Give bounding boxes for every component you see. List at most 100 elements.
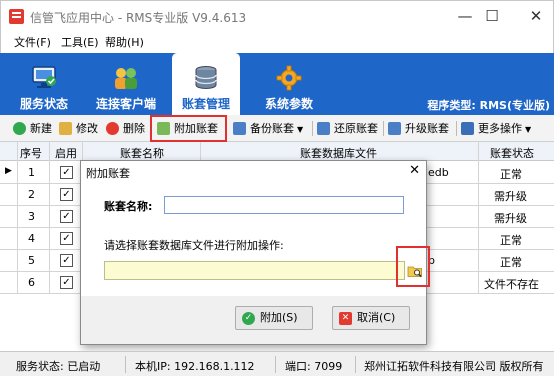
cancel-button[interactable]: ✕ 取消(C) — [332, 306, 410, 330]
enabled-checkbox[interactable]: ✓ — [60, 166, 73, 179]
col-header-status[interactable]: 账套状态 — [490, 145, 534, 161]
row-status: 文件不存在 — [484, 278, 539, 291]
row-status: 正常 — [500, 234, 522, 247]
attach-confirm-label: 附加(S) — [260, 311, 298, 324]
dropdown-arrow-icon: ▼ — [525, 125, 532, 134]
menu-bar: 文件(F) 工具(E) 帮助(H) — [0, 31, 554, 53]
restore-icon — [317, 122, 330, 135]
dialog-footer: ✓ 附加(S) ✕ 取消(C) — [81, 296, 426, 344]
cancel-label: 取消(C) — [357, 311, 396, 324]
toolbar-divider — [312, 121, 313, 136]
tab-service-status[interactable]: 服务状态 — [8, 53, 80, 115]
maximize-button[interactable]: ☐ — [474, 4, 510, 28]
delete-button[interactable]: 删除 — [104, 119, 145, 138]
attach-confirm-button[interactable]: ✓ 附加(S) — [235, 306, 313, 330]
delete-icon — [106, 122, 119, 135]
program-type: 程序类型: RMS(专业版) — [427, 99, 550, 112]
enabled-checkbox[interactable]: ✓ — [60, 232, 73, 245]
row-no: 2 — [28, 188, 35, 201]
service-status-text: 服务状态: 已启动 — [16, 360, 101, 373]
tab-clients[interactable]: 连接客户端 — [84, 53, 168, 115]
dialog-close-button[interactable]: ✕ — [409, 163, 420, 178]
row-no: 5 — [28, 254, 35, 267]
close-window-button[interactable]: ✕ — [518, 4, 554, 28]
menu-file[interactable]: 文件(F) — [14, 34, 51, 50]
enabled-checkbox[interactable]: ✓ — [60, 276, 73, 289]
dropdown-arrow-icon: ▼ — [297, 125, 304, 134]
row-status: 正常 — [500, 168, 522, 181]
more-actions-button[interactable]: 更多操作 ▼ — [459, 119, 531, 138]
grid-header: 序号 启用 账套名称 账套数据库文件 账套状态 — [0, 142, 554, 161]
edit-label: 修改 — [76, 122, 98, 135]
col-header-name[interactable]: 账套名称 — [120, 145, 164, 161]
attach-highlight — [150, 115, 227, 142]
nav-band: 服务状态 连接客户端 账套管理 系统参数 程序类型: RMS(专业版) — [0, 53, 554, 115]
backup-label: 备份账套 — [250, 122, 294, 135]
toolbar-divider — [383, 121, 384, 136]
app-logo-icon — [9, 9, 24, 24]
tab-system-params[interactable]: 系统参数 — [250, 53, 328, 115]
row-status: 需升级 — [494, 212, 527, 225]
status-divider — [355, 356, 356, 373]
tab-label: 服务状态 — [19, 97, 68, 111]
users-icon — [115, 68, 137, 89]
upgrade-account-button[interactable]: 升级账套 — [386, 119, 449, 138]
row-db-file: edb — [428, 166, 449, 179]
col-header-db-file[interactable]: 账套数据库文件 — [300, 145, 377, 161]
menu-tools[interactable]: 工具(E) — [61, 34, 99, 50]
account-name-input[interactable] — [164, 196, 404, 214]
row-status: 需升级 — [494, 190, 527, 203]
restore-label: 还原账套 — [334, 122, 378, 135]
close-icon: ✕ — [339, 312, 352, 325]
tab-label: 账套管理 — [181, 97, 230, 111]
enabled-checkbox[interactable]: ✓ — [60, 254, 73, 267]
browse-highlight — [396, 246, 430, 287]
backup-icon — [233, 122, 246, 135]
new-button[interactable]: 新建 — [11, 119, 52, 138]
tab-label: 连接客户端 — [95, 97, 156, 111]
more-icon — [461, 122, 474, 135]
db-file-prompt: 请选择账套数据库文件进行附加操作: — [104, 239, 284, 252]
enabled-checkbox[interactable]: ✓ — [60, 210, 73, 223]
check-icon: ✓ — [242, 312, 255, 325]
row-no: 6 — [28, 276, 35, 289]
row-no: 4 — [28, 232, 35, 245]
enabled-checkbox[interactable]: ✓ — [60, 188, 73, 201]
gear-icon — [276, 65, 302, 91]
status-divider — [125, 356, 126, 373]
monitor-icon — [32, 66, 56, 88]
db-file-path-input[interactable] — [104, 261, 405, 280]
upgrade-label: 升级账套 — [405, 122, 449, 135]
attach-account-dialog: 附加账套 ✕ 账套名称: 请选择账套数据库文件进行附加操作: ✓ 附加(S) ✕… — [80, 160, 430, 345]
row-selector-icon: ▶ — [5, 166, 12, 176]
dialog-title: 附加账套 — [86, 167, 130, 180]
edit-button[interactable]: 修改 — [57, 119, 98, 138]
upgrade-icon — [388, 122, 401, 135]
tab-account-sets[interactable]: 账套管理 — [172, 53, 240, 115]
row-no: 3 — [28, 210, 35, 223]
restore-account-button[interactable]: 还原账套 — [315, 119, 378, 138]
toolbar-divider — [456, 121, 457, 136]
backup-account-button[interactable]: 备份账套 ▼ — [231, 119, 303, 138]
status-bar: 服务状态: 已启动 本机IP: 192.168.1.112 端口: 7099 郑… — [0, 351, 554, 376]
row-no: 1 — [28, 166, 35, 179]
copyright-text: 郑州讧拓软件科技有限公司 版权所有 — [364, 360, 544, 373]
port-text: 端口: 7099 — [285, 360, 343, 373]
plus-icon — [13, 122, 26, 135]
pencil-icon — [59, 122, 72, 135]
row-status: 正常 — [500, 256, 522, 269]
col-header-no[interactable]: 序号 — [20, 145, 42, 161]
local-ip-text: 本机IP: 192.168.1.112 — [135, 360, 255, 373]
delete-label: 删除 — [123, 122, 145, 135]
status-divider — [275, 356, 276, 373]
tab-label: 系统参数 — [264, 97, 313, 111]
title-bar: 信管飞应用中心 - RMS专业版 V9.4.613 — ☐ ✕ — [0, 0, 554, 31]
menu-help[interactable]: 帮助(H) — [105, 34, 144, 50]
col-header-enabled[interactable]: 启用 — [55, 145, 77, 161]
account-name-label: 账套名称: — [104, 200, 153, 213]
new-label: 新建 — [30, 122, 52, 135]
more-label: 更多操作 — [478, 122, 522, 135]
database-icon — [195, 66, 217, 89]
toolbar: 新建 修改 删除 附加账套 备份账套 ▼ 还原账套 升级账套 更多操作 ▼ — [0, 115, 554, 142]
window-title: 信管飞应用中心 - RMS专业版 V9.4.613 — [30, 11, 247, 25]
